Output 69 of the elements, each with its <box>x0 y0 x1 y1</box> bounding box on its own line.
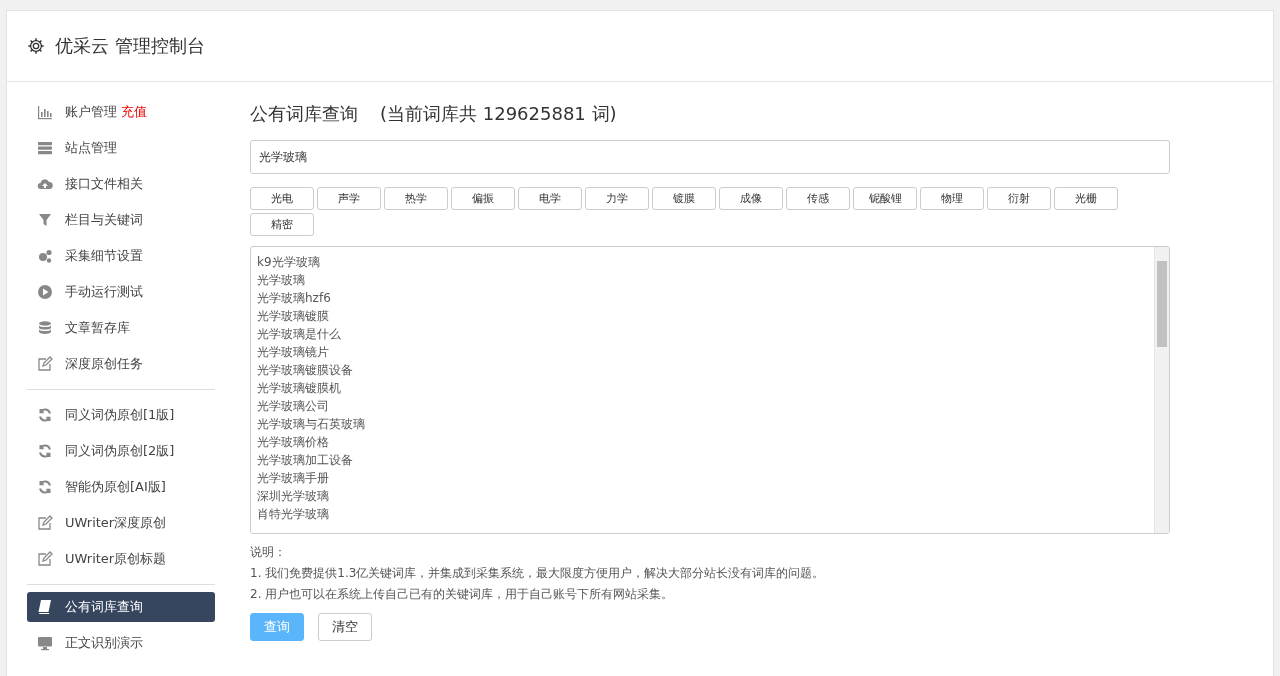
sidebar-item[interactable]: 正文识别演示 <box>27 625 215 661</box>
edit-icon <box>37 551 53 567</box>
sidebar-item[interactable]: 智能伪原创[AI版] <box>27 469 215 505</box>
result-item[interactable]: 光学玻璃镀膜 <box>257 307 1148 325</box>
result-item[interactable]: 光学玻璃是什么 <box>257 325 1148 343</box>
sidebar-item[interactable]: 站点管理 <box>27 130 215 166</box>
sidebar-item[interactable]: 同义词伪原创[1版] <box>27 397 215 433</box>
result-item[interactable]: 肖特光学玻璃 <box>257 505 1148 523</box>
tag-button[interactable]: 声学 <box>317 187 381 210</box>
result-item[interactable]: k9光学玻璃 <box>257 253 1148 271</box>
result-item[interactable]: 光学玻璃手册 <box>257 469 1148 487</box>
sidebar-item[interactable]: 公有词库查询 <box>27 592 215 622</box>
filter-icon <box>37 212 53 228</box>
result-item[interactable]: 光学玻璃镀膜机 <box>257 379 1148 397</box>
recharge-link[interactable]: 充值 <box>121 103 147 121</box>
result-item[interactable]: 光学玻璃加工设备 <box>257 451 1148 469</box>
page-title: 公有词库查询 <box>250 102 358 126</box>
tag-button[interactable]: 镀膜 <box>652 187 716 210</box>
sidebar-item[interactable]: 手动运行测试 <box>27 274 215 310</box>
result-item[interactable]: 光学玻璃hzf6 <box>257 289 1148 307</box>
result-item[interactable]: 光学玻璃镜片 <box>257 343 1148 361</box>
refresh-icon <box>37 407 53 423</box>
sidebar-item[interactable]: UWriter深度原创 <box>27 505 215 541</box>
result-item[interactable]: 光学玻璃 <box>257 271 1148 289</box>
sidebar-item[interactable]: 深度原创任务 <box>27 346 215 382</box>
book-icon <box>37 599 53 615</box>
tag-button[interactable]: 物理 <box>920 187 984 210</box>
note-text: 2. 用户也可以在系统上传自己已有的关键词库，用于自己账号下所有网站采集。 <box>250 586 675 603</box>
word-count: (当前词库共 129625881 词) <box>380 102 617 126</box>
tag-button[interactable]: 热学 <box>384 187 448 210</box>
refresh-icon <box>37 443 53 459</box>
cloud-icon <box>37 176 53 192</box>
tag-button[interactable]: 成像 <box>719 187 783 210</box>
server-icon <box>37 140 53 156</box>
tag-button[interactable]: 光电 <box>250 187 314 210</box>
sidebar-item[interactable]: 接口文件相关 <box>27 166 215 202</box>
sidebar-item[interactable]: 采集细节设置 <box>27 238 215 274</box>
monitor-icon <box>37 635 53 651</box>
sidebar-item[interactable]: 同义词伪原创[2版] <box>27 433 215 469</box>
tag-button[interactable]: 衍射 <box>987 187 1051 210</box>
note-text: 1. 我们免费提供1.3亿关键词库，并集成到采集系统，最大限度方便用户，解决大部分站长没有词库的问题。 <box>250 565 826 582</box>
tag-button[interactable]: 偏振 <box>451 187 515 210</box>
play-icon <box>37 284 53 300</box>
tag-button[interactable]: 铌酸锂 <box>853 187 917 210</box>
sidebar-item[interactable]: UWriter原创标题 <box>27 541 215 577</box>
tag-button[interactable]: 传感 <box>786 187 850 210</box>
result-item[interactable]: 光学玻璃公司 <box>257 397 1148 415</box>
sidebar-item[interactable]: 栏目与关键词 <box>27 202 215 238</box>
chart-icon <box>37 104 53 120</box>
tag-button[interactable]: 光栅 <box>1054 187 1118 210</box>
sidebar-item[interactable]: 文章暂存库 <box>27 310 215 346</box>
scrollbar[interactable] <box>1154 247 1169 533</box>
clear-button[interactable]: 清空 <box>318 613 372 641</box>
result-item[interactable]: 光学玻璃价格 <box>257 433 1148 451</box>
console-title: 优采云 管理控制台 <box>55 34 205 58</box>
tag-button[interactable]: 精密 <box>250 213 314 236</box>
sidebar-item[interactable]: 账户管理 充值 <box>27 94 215 130</box>
database-icon <box>37 320 53 336</box>
settings-icon <box>27 37 45 55</box>
edit-icon <box>37 515 53 531</box>
refresh-icon <box>37 479 53 495</box>
result-item[interactable]: 光学玻璃与石英玻璃 <box>257 415 1148 433</box>
search-field[interactable]: 光学玻璃 <box>250 140 1170 174</box>
result-item[interactable]: 深圳光学玻璃 <box>257 487 1148 505</box>
tag-button[interactable]: 电学 <box>518 187 582 210</box>
tag-button[interactable]: 力学 <box>585 187 649 210</box>
notes-title: 说明： <box>250 544 287 561</box>
edit-icon <box>37 356 53 372</box>
result-item[interactable]: 光学玻璃镀膜设备 <box>257 361 1148 379</box>
